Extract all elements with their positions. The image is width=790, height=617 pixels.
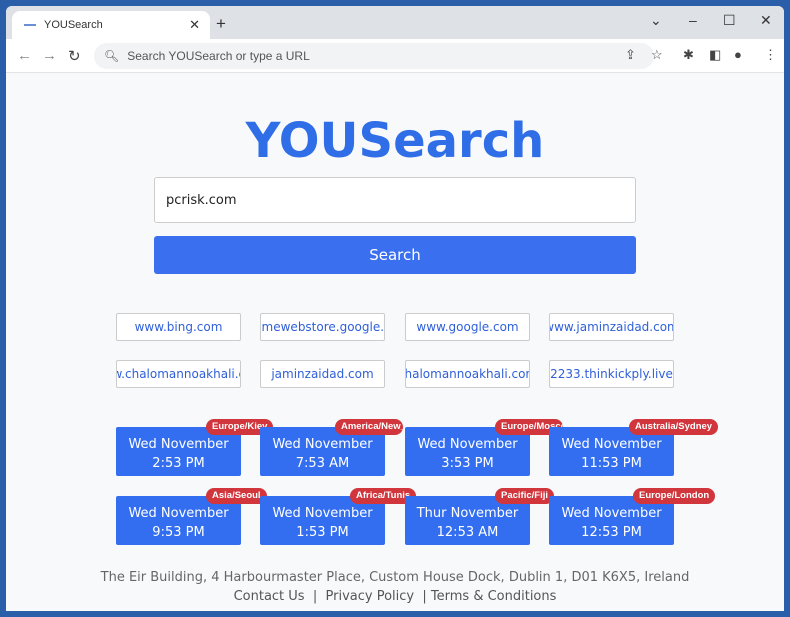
search-input[interactable] [154, 177, 636, 223]
clock-day: Wed November [417, 437, 518, 452]
tab-yousearch[interactable]: YOUSearch ✕ [12, 11, 210, 39]
tab-search-icon[interactable]: ⌄ [650, 12, 662, 29]
close-tab-icon[interactable]: ✕ [189, 17, 200, 33]
footer-links: Contact Us | Privacy Policy | Terms & Co… [6, 589, 784, 604]
close-window-icon[interactable]: ✕ [760, 12, 772, 29]
footer-address: The Eir Building, 4 Harbourmaster Place,… [100, 570, 690, 585]
reload-icon[interactable]: ↻ [68, 47, 81, 65]
clock-time: 9:53 PM [152, 525, 205, 540]
clock-day: Wed November [272, 437, 373, 452]
minimize-icon[interactable]: – [689, 12, 697, 28]
separator: | [312, 589, 318, 604]
quick-link[interactable]: 2233.thinkickply.live [549, 360, 674, 388]
quick-link[interactable]: www.chalomannoakhali.com [116, 360, 241, 388]
tab-title: YOUSearch [44, 19, 103, 31]
quick-link[interactable]: chalomannoakhali.com [405, 360, 530, 388]
clock-day: Wed November [561, 506, 662, 521]
quick-link[interactable]: www.google.com [405, 313, 530, 341]
timezone-badge: Australia/Sydney [629, 419, 719, 435]
omnibox-placeholder: Search YOUSearch or type a URL [127, 49, 310, 63]
page-content: YOUSearch Search www.bing.com chromewebst… [6, 73, 784, 611]
separator: | [422, 589, 427, 604]
quick-link[interactable]: www.bing.com [116, 313, 241, 341]
clock-time: 1:53 PM [296, 525, 349, 540]
timezone-badge: Pacific/Fiji [495, 488, 554, 504]
quick-link[interactable]: jaminzaidad.com [260, 360, 385, 388]
quick-link[interactable]: chromewebstore.google.com [260, 313, 385, 341]
clock-time: 2:53 PM [152, 456, 205, 471]
privacy-link[interactable]: Privacy Policy [326, 589, 415, 604]
extensions-icon[interactable]: ✱ [683, 47, 694, 63]
forward-icon[interactable]: → [42, 47, 57, 64]
timezone-badge: Europe/London [633, 488, 716, 504]
clock-time: 7:53 AM [295, 456, 350, 471]
timezone-badge: Asia/Seoul [206, 488, 267, 504]
search-icon: 🔍︎ [104, 49, 120, 63]
tab-bar: YOUSearch ✕ + ⌄ – ☐ ✕ [6, 6, 784, 39]
omnibox[interactable]: 🔍︎ Search YOUSearch or type a URL [94, 43, 654, 69]
contact-link[interactable]: Contact Us [234, 589, 305, 604]
share-icon[interactable]: ⇪ [625, 47, 636, 63]
clock-day: Wed November [561, 437, 662, 452]
browser-window: YOUSearch ✕ + ⌄ – ☐ ✕ ← → ↻ 🔍︎ Search YOUS… [6, 6, 784, 611]
toolbar: ← → ↻ 🔍︎ Search YOUSearch or type a URL ⇪… [6, 39, 784, 73]
profile-icon[interactable]: ● [734, 47, 742, 62]
clock-day: Wed November [128, 437, 229, 452]
new-tab-icon[interactable]: + [216, 14, 226, 34]
side-panel-icon[interactable]: ◧ [709, 47, 721, 63]
clock-time: 12:53 PM [581, 525, 642, 540]
clock-time: 12:53 AM [436, 525, 499, 540]
back-icon[interactable]: ← [17, 47, 32, 64]
menu-icon[interactable]: ⋮ [764, 47, 777, 63]
star-icon[interactable]: ☆ [651, 47, 663, 63]
clock-day: Wed November [272, 506, 373, 521]
terms-link[interactable]: Terms & Conditions [431, 589, 557, 604]
clock-time: 3:53 PM [441, 456, 494, 471]
clock-time: 11:53 PM [581, 456, 642, 471]
search-button[interactable]: Search [154, 236, 636, 274]
logo: YOUSearch [245, 113, 545, 169]
maximize-icon[interactable]: ☐ [723, 12, 736, 29]
clock-day: Wed November [128, 506, 229, 521]
timezone-badge: America/New_York [335, 419, 403, 435]
favicon-icon [24, 24, 36, 26]
quick-link[interactable]: www.jaminzaidad.com [549, 313, 674, 341]
clock-day: Thur November [416, 506, 519, 521]
